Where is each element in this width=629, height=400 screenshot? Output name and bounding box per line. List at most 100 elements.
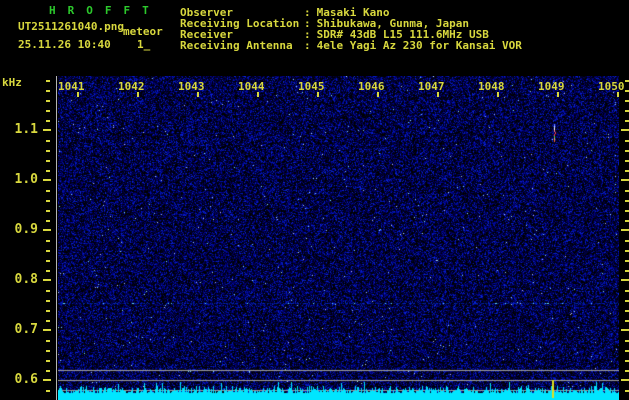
freq-tick-minor [625,320,629,322]
freq-tick-minor [46,140,50,142]
freq-tick-minor [46,390,50,392]
freq-tick-minor [625,220,629,222]
freq-tick-minor [46,170,50,172]
field-antenna: Receiving Antenna:4ele Yagi Az 230 for K… [180,40,522,51]
app-title: HROFFT [49,4,161,17]
freq-tick-minor [625,250,629,252]
freq-tick-minor [46,360,50,362]
freq-tick-minor [625,170,629,172]
freq-tick-label: 0.9 [14,222,38,237]
freq-tick-minor [625,290,629,292]
freq-tick-major [43,129,51,131]
freq-tick-major [621,129,629,131]
freq-tick-minor [46,90,50,92]
freq-tick-minor [625,390,629,392]
freq-tick-minor [625,240,629,242]
freq-tick-minor [46,340,50,342]
hrofft-window: HROFFT meteor UT2511261040.png 25.11.26 … [0,0,629,400]
freq-tick-minor [625,310,629,312]
time-tick-label: 1050 [598,80,625,93]
time-tick-label: 1048 [478,80,505,93]
datetime-label: 25.11.26 10:40 [18,38,111,51]
freq-tick-minor [46,370,50,372]
freq-tick-minor [46,210,50,212]
time-tick [197,92,199,97]
time-tick [377,92,379,97]
colon: : [304,39,311,52]
freq-tick-minor [46,240,50,242]
freq-tick-minor [625,260,629,262]
freq-tick-minor [625,370,629,372]
freq-tick-major [621,179,629,181]
freq-tick-minor [46,320,50,322]
freq-tick-minor [46,190,50,192]
freq-tick-major [621,279,629,281]
time-tick-label: 1047 [418,80,445,93]
time-tick [77,92,79,97]
freq-tick-minor [625,350,629,352]
freq-tick-minor [625,190,629,192]
freq-tick-minor [625,90,629,92]
time-tick [437,92,439,97]
freq-tick-minor [625,80,629,82]
time-tick-label: 1043 [178,80,205,93]
freq-tick-minor [46,310,50,312]
time-tick [257,92,259,97]
freq-tick-major [621,229,629,231]
freq-tick-minor [46,350,50,352]
freq-tick-minor [46,160,50,162]
freq-tick-minor [46,260,50,262]
freq-tick-major [43,179,51,181]
time-tick-label: 1049 [538,80,565,93]
freq-tick-minor [625,300,629,302]
time-tick [137,92,139,97]
time-tick [317,92,319,97]
freq-tick-major [43,329,51,331]
freq-tick-major [621,329,629,331]
freq-tick-minor [46,300,50,302]
time-tick-label: 1044 [238,80,265,93]
freq-tick-major [621,379,629,381]
time-tick-label: 1042 [118,80,145,93]
freq-tick-minor [46,250,50,252]
field-value: 4ele Yagi Az 230 for Kansai VOR [316,39,522,52]
time-tick [617,92,619,97]
time-tick [557,92,559,97]
freq-tick-minor [625,210,629,212]
freq-tick-label: 0.6 [14,372,38,387]
freq-tick-minor [46,80,50,82]
freq-tick-minor [625,140,629,142]
freq-tick-label: 1.1 [14,122,38,137]
freq-tick-minor [625,160,629,162]
freq-tick-minor [625,360,629,362]
freq-tick-minor [46,220,50,222]
mode-label: meteor [123,25,163,38]
field-label: Receiving Antenna [180,39,293,52]
freq-tick-minor [625,340,629,342]
freq-tick-label: 1.0 [14,172,38,187]
freq-tick-minor [46,200,50,202]
spectrogram-canvas [58,76,619,400]
time-tick-label: 1045 [298,80,325,93]
filename-label: UT2511261040.png [18,20,124,33]
freq-axis-line [56,76,57,400]
freq-tick-minor [46,270,50,272]
freq-tick-minor [46,100,50,102]
freq-tick-major [43,279,51,281]
freq-tick-minor [46,120,50,122]
freq-tick-label: 0.8 [14,272,38,287]
freq-tick-major [43,229,51,231]
freq-tick-minor [625,120,629,122]
time-tick [497,92,499,97]
time-tick-label: 1046 [358,80,385,93]
freq-tick-minor [46,110,50,112]
freq-tick-minor [46,290,50,292]
freq-tick-label: 0.7 [14,322,38,337]
freq-tick-minor [625,110,629,112]
freq-unit-label: kHz [2,76,22,89]
freq-tick-minor [625,100,629,102]
time-tick-label: 1041 [58,80,85,93]
freq-tick-minor [625,150,629,152]
freq-tick-minor [625,200,629,202]
freq-tick-major [43,379,51,381]
